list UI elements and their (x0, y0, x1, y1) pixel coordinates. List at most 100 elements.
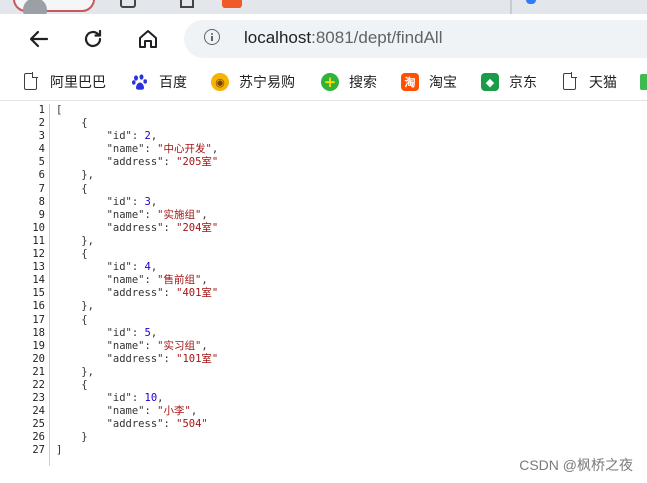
bookmark-tmall[interactable]: 天猫 (561, 70, 617, 94)
line-number: 13 (32, 261, 45, 274)
baidu-paw-icon (131, 73, 149, 91)
line-number: 22 (32, 378, 45, 391)
tab-divider (510, 0, 512, 14)
bookmark-search[interactable]: + 搜索 (321, 70, 377, 94)
bookmark-label: 百度 (159, 75, 187, 91)
line-number: 5 (38, 156, 45, 169)
code-text: }, (56, 300, 94, 313)
code-text: "id": 3, (56, 195, 158, 208)
tab-favicon-icon[interactable] (222, 0, 242, 8)
taobao-icon: 淘 (401, 73, 419, 91)
code-text: { (56, 378, 88, 391)
line-number: 24 (32, 405, 45, 418)
line-number: 1 (38, 104, 45, 116)
home-icon (139, 30, 157, 48)
gutter-divider (49, 104, 50, 466)
code-text: ] (56, 444, 63, 457)
code-text: { (56, 248, 88, 261)
bookmark-label: 京东 (509, 75, 537, 91)
address-url[interactable]: localhost:8081/dept/findAll (244, 28, 443, 48)
code-text: "address": "204室" (56, 221, 219, 234)
code-text: "name": "售前组", (56, 274, 208, 287)
bookmark-label: 天猫 (589, 75, 617, 91)
bookmark-label: 阿里巴巴 (50, 75, 106, 91)
code-text: }, (56, 169, 94, 182)
line-number: 15 (32, 287, 45, 300)
line-number: 17 (32, 313, 45, 326)
document-icon (22, 72, 40, 91)
line-number: 6 (38, 169, 45, 182)
line-number: 12 (32, 248, 45, 261)
bookmarks-bar: 阿里巴巴 百度 ◉ 苏宁易购 + 搜索 淘 淘宝 ◆ 京东 天猫 (0, 64, 647, 101)
bookmark-alibaba[interactable]: 阿里巴巴 (22, 70, 106, 94)
code-text: "address": "504" (56, 418, 208, 431)
tab-collections-icon[interactable] (120, 0, 136, 8)
code-text: [ (56, 104, 63, 116)
jd-icon: ◆ (481, 73, 499, 91)
suning-lion-icon: ◉ (211, 73, 229, 91)
site-info-icon[interactable] (204, 29, 220, 45)
bookmark-label: 苏宁易购 (239, 75, 295, 91)
back-button[interactable] (24, 24, 54, 54)
code-text: { (56, 313, 88, 326)
line-number: 26 (32, 431, 45, 444)
line-number: 7 (38, 182, 45, 195)
code-text: "id": 10, (56, 392, 164, 405)
line-number: 2 (38, 117, 45, 130)
reload-button[interactable] (78, 24, 108, 54)
line-number: 25 (32, 418, 45, 431)
line-number: 11 (32, 234, 45, 247)
line-number: 20 (32, 352, 45, 365)
bookmark-label: 淘宝 (429, 75, 457, 91)
watermark: CSDN @枫桥之夜 (519, 457, 633, 473)
code-text: }, (56, 365, 94, 378)
line-number: 9 (38, 208, 45, 221)
tab-indicator-icon (526, 0, 536, 4)
bookmark-label: 搜索 (349, 75, 377, 91)
reload-icon (84, 29, 102, 48)
code-text: } (56, 431, 88, 444)
line-number: 3 (38, 130, 45, 143)
line-number: 27 (32, 444, 45, 457)
search-plus-icon: + (321, 73, 339, 91)
line-number: 8 (38, 195, 45, 208)
bookmark-baidu[interactable]: 百度 (131, 70, 187, 94)
code-text: "address": "101室" (56, 352, 219, 365)
back-arrow-icon (29, 30, 49, 48)
page-content: 1 [2 {3 "id": 2, 4 "name": "中心开发", 5 "addre… (0, 101, 647, 483)
line-number: 21 (32, 365, 45, 378)
line-number: 4 (38, 143, 45, 156)
code-text: }, (56, 234, 94, 247)
profile-avatar-icon[interactable] (23, 0, 47, 14)
tab-icon[interactable] (180, 0, 194, 8)
bookmark-jd[interactable]: ◆ 京东 (481, 70, 537, 94)
code-text: "name": "实施组", (56, 208, 208, 221)
code-text: "name": "实习组", (56, 339, 208, 352)
code-text: "name": "中心开发", (56, 143, 219, 156)
bookmark-taobao[interactable]: 淘 淘宝 (401, 70, 457, 94)
tab-strip (0, 0, 647, 14)
url-path: :8081/dept/findAll (311, 28, 443, 47)
code-text: "address": "205室" (56, 156, 219, 169)
code-text: "id": 4, (56, 261, 158, 274)
home-button[interactable] (133, 24, 163, 54)
line-number: 18 (32, 326, 45, 339)
line-number: 19 (32, 339, 45, 352)
code-text: "address": "401室" (56, 287, 219, 300)
code-text: { (56, 117, 88, 130)
bookmark-suning[interactable]: ◉ 苏宁易购 (211, 70, 295, 94)
active-tab[interactable] (13, 0, 95, 14)
document-icon (561, 72, 579, 91)
line-number: 16 (32, 300, 45, 313)
url-host: localhost (244, 28, 312, 47)
line-number: 23 (32, 392, 45, 405)
code-text: "name": "小李", (56, 405, 198, 418)
browser-toolbar: localhost:8081/dept/findAll (0, 14, 647, 64)
code-text: "id": 2, (56, 130, 158, 143)
line-number: 10 (32, 221, 45, 234)
address-bar[interactable]: localhost:8081/dept/findAll (184, 20, 647, 58)
code-text: { (56, 182, 88, 195)
code-text: "id": 5, (56, 326, 158, 339)
line-number: 14 (32, 274, 45, 287)
overflow-bookmark-icon[interactable] (640, 74, 647, 90)
